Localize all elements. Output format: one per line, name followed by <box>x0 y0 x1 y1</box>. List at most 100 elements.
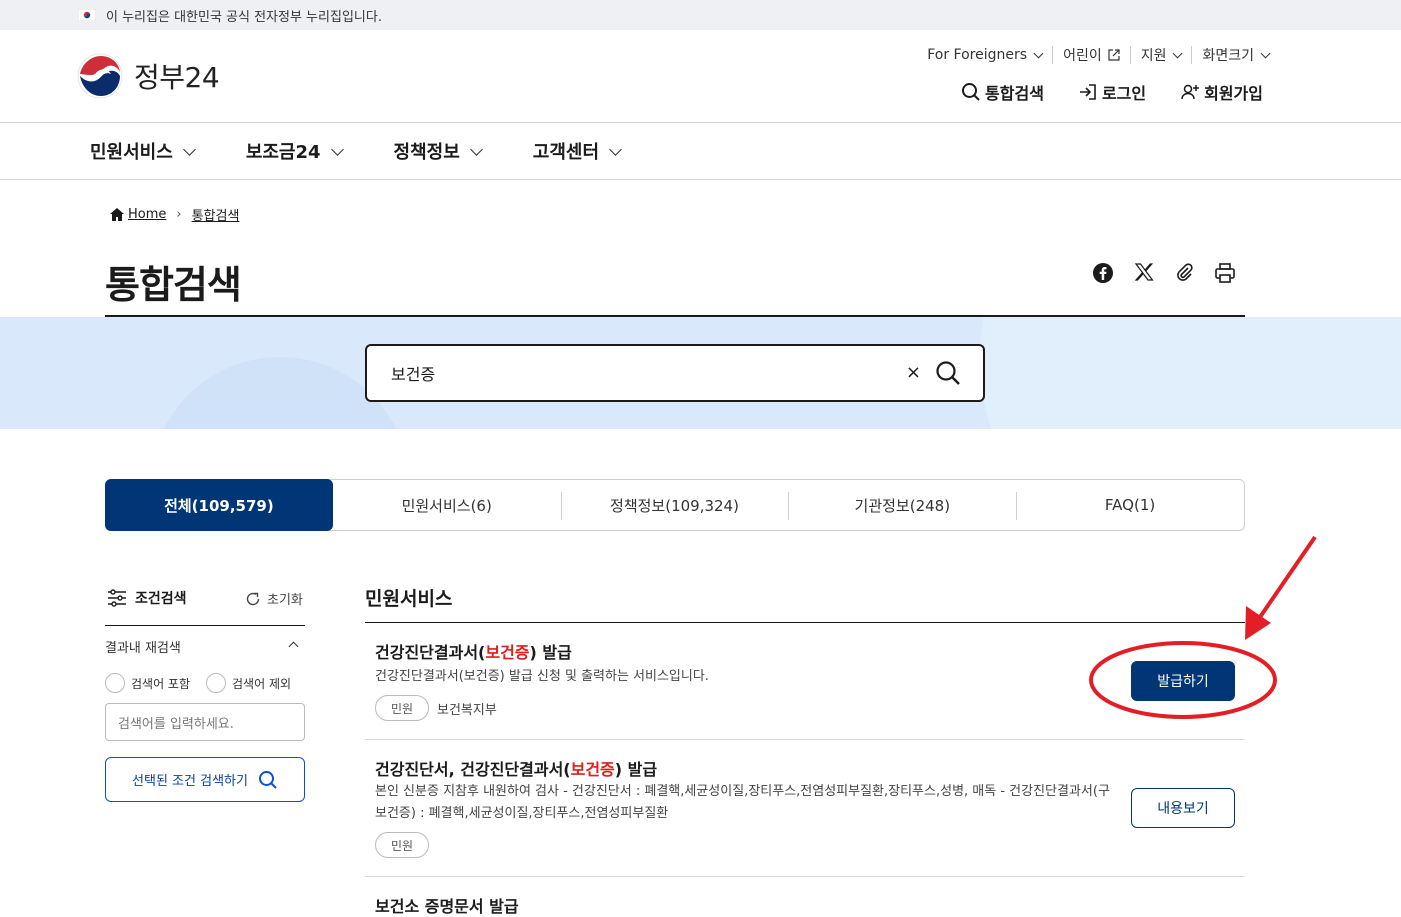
annotation-arrow-line <box>1256 535 1317 622</box>
x-twitter-icon[interactable] <box>1134 262 1154 288</box>
nav-customer-center[interactable]: 고객센터 <box>532 138 622 164</box>
gov-emblem-icon <box>77 53 123 99</box>
korea-flag-icon <box>77 8 97 22</box>
font-size-label: 화면크기 <box>1202 48 1254 64</box>
radio-circle <box>206 673 227 693</box>
chevron-up-icon <box>288 641 299 652</box>
search-icon <box>258 770 277 789</box>
section-title: 민원서비스 <box>365 588 453 610</box>
banner-text: 이 누리집은 대한민국 공식 전자정부 누리집입니다. <box>106 9 382 25</box>
chevron-down-icon <box>1173 48 1183 58</box>
condition-search-heading: 조건검색 <box>107 588 187 608</box>
page-title: 통합검색 <box>105 263 242 307</box>
title-text: ) 발급 <box>529 643 572 662</box>
include-keyword-radio[interactable]: 검색어 포함 <box>105 673 190 693</box>
share-tools <box>1092 262 1256 288</box>
support-menu[interactable]: 지원 <box>1131 46 1193 64</box>
result-item: 보건소 증명문서 발급 <box>365 877 1245 917</box>
facebook-icon[interactable] <box>1092 262 1114 288</box>
official-site-banner: 이 누리집은 대한민국 공식 전자정부 누리집입니다. <box>0 0 1401 30</box>
signup-button[interactable]: 회원가입 <box>1180 80 1263 104</box>
tab-agency-info[interactable]: 기관정보(248) <box>788 480 1016 530</box>
tab-policy-info[interactable]: 정책정보(109,324) <box>560 480 789 530</box>
annotation-arrow-head <box>1245 606 1271 640</box>
search-query: 보건증 <box>391 365 436 384</box>
filter-divider <box>105 625 305 626</box>
chevron-right-icon: › <box>176 207 182 222</box>
apply-conditions-button[interactable]: 선택된 조건 검색하기 <box>105 757 305 802</box>
chevron-down-icon <box>1033 48 1044 58</box>
category-chip: 민원 <box>375 832 429 858</box>
nav-civil-services[interactable]: 민원서비스 <box>90 138 196 164</box>
title-highlight: 보건증 <box>485 643 530 662</box>
breadcrumb: Home › 통합검색 <box>110 205 239 224</box>
tab-civil-services[interactable]: 민원서비스(6) <box>333 480 561 530</box>
category-chip: 민원 <box>375 695 429 721</box>
for-foreigners-label: For Foreigners <box>927 47 1028 63</box>
login-button[interactable]: 로그인 <box>1078 80 1146 104</box>
external-link-icon <box>1108 49 1120 61</box>
radio-circle <box>105 673 125 693</box>
font-size-menu[interactable]: 화면크기 <box>1192 46 1271 64</box>
agency-name: 보건복지부 <box>437 702 497 718</box>
nav-subsidy24[interactable]: 보조금24 <box>245 138 344 164</box>
result-description: 본인 신분증 지참후 내원하여 검사 - 건강진단서 : 폐결핵,세균성이질,장… <box>375 784 1110 821</box>
chevron-down-icon <box>330 142 344 156</box>
breadcrumb-current[interactable]: 통합검색 <box>192 205 240 224</box>
site-logo-text: 정부24 <box>134 61 220 94</box>
include-keyword-label: 검색어 포함 <box>131 676 191 691</box>
main-navigation: 민원서비스 보조금24 정책정보 고객센터 <box>0 123 1401 180</box>
header-actions: 통합검색 로그인 회원가입 <box>927 80 1263 104</box>
refine-search-toggle[interactable]: 결과내 재검색 <box>105 637 305 656</box>
site-header: 정부24 For Foreigners 어린이 지원 화면크기 통합검색 로그인… <box>0 30 1401 123</box>
tab-faq[interactable]: FAQ(1) <box>1016 480 1244 530</box>
site-logo[interactable]: 정부24 <box>76 52 220 100</box>
nav-label: 민원서비스 <box>90 142 173 163</box>
utility-menu: For Foreigners 어린이 지원 화면크기 <box>917 46 1271 64</box>
search-icon <box>962 83 980 101</box>
breadcrumb-home[interactable]: Home <box>128 207 166 222</box>
decorative-circle <box>980 317 1401 429</box>
result-description: 건강진단결과서(보건증) 발급 신청 및 출력하는 서비스입니다. <box>375 669 709 684</box>
issue-button[interactable]: 발급하기 <box>1131 661 1235 701</box>
nav-label: 정책정보 <box>393 142 460 163</box>
search-submit-icon[interactable] <box>935 360 961 390</box>
nav-policy-info[interactable]: 정책정보 <box>393 138 483 164</box>
header-search-button[interactable]: 통합검색 <box>961 80 1044 104</box>
add-user-icon <box>1181 84 1200 100</box>
result-item: 건강진단서, 건강진단결과서(보건증) 발급 본인 신분증 지참후 내원하여 검… <box>365 740 1245 877</box>
title-text: 건강진단서, 건강진단결과서( <box>375 760 571 779</box>
tab-all[interactable]: 전체(109,579) <box>105 479 333 531</box>
result-title[interactable]: 보건소 증명문서 발급 <box>375 893 519 917</box>
for-foreigners-menu[interactable]: For Foreigners <box>917 46 1054 64</box>
login-icon <box>1079 84 1096 100</box>
clear-search-icon[interactable]: × <box>906 362 921 383</box>
chevron-down-icon <box>182 142 196 156</box>
attachment-link-icon[interactable] <box>1174 262 1194 288</box>
result-title[interactable]: 건강진단서, 건강진단결과서(보건증) 발급 <box>375 756 657 780</box>
exclude-keyword-label: 검색어 제외 <box>232 676 292 691</box>
header-search-label: 통합검색 <box>985 84 1044 103</box>
support-label: 지원 <box>1140 48 1167 64</box>
chevron-down-icon <box>1260 48 1271 58</box>
signup-label: 회원가입 <box>1204 84 1263 103</box>
home-icon <box>110 208 124 221</box>
kids-link[interactable]: 어린이 <box>1053 46 1131 64</box>
nav-label: 보조금24 <box>245 142 321 163</box>
reset-label: 초기화 <box>267 593 303 608</box>
nav-label: 고객센터 <box>532 142 600 163</box>
print-icon[interactable] <box>1214 262 1236 288</box>
refine-search-label: 결과내 재검색 <box>105 641 181 656</box>
keyword-mode-options: 검색어 포함 검색어 제외 <box>105 673 307 693</box>
search-input[interactable]: 보건증 × <box>365 344 985 402</box>
result-item: 건강진단결과서(보건증) 발급 건강진단결과서(보건증) 발급 신청 및 출력하… <box>365 623 1245 740</box>
result-title[interactable]: 건강진단결과서(보건증) 발급 <box>375 639 572 663</box>
filter-sliders-icon <box>108 589 126 607</box>
refine-search-input[interactable]: 검색어를 입력하세요. <box>105 703 305 741</box>
reset-button[interactable]: 초기화 <box>245 589 303 608</box>
title-highlight: 보건증 <box>570 760 615 779</box>
chevron-down-icon <box>469 142 483 156</box>
exclude-keyword-radio[interactable]: 검색어 제외 <box>206 673 291 693</box>
view-details-button[interactable]: 내용보기 <box>1131 788 1235 828</box>
result-category-tabs: 전체(109,579) 민원서비스(6) 정책정보(109,324) 기관정보(… <box>105 479 1245 531</box>
